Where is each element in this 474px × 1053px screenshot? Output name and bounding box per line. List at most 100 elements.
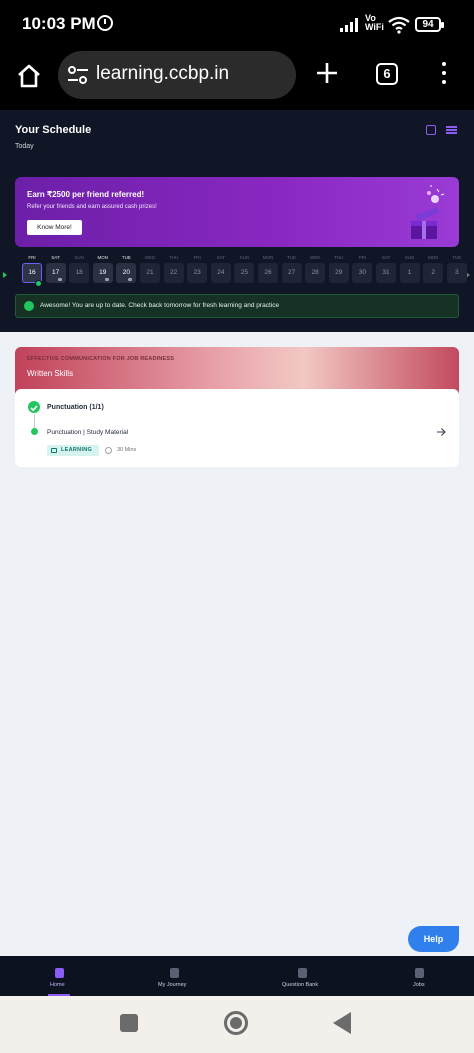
bottom-nav: Home My Journey Question Bank Jobs [0,956,474,996]
more-menu-icon[interactable] [440,62,448,84]
system-navigation [0,996,474,1053]
day-item[interactable]: MON 19 [92,255,113,285]
day-item[interactable]: SUN 25 [234,255,255,285]
home-icon [55,968,64,978]
nav-home[interactable]: Home [40,956,80,996]
day-name: MON [427,255,439,260]
help-button[interactable]: Help [408,926,459,952]
lock-icon [128,278,133,281]
gift-box-icon [411,185,445,239]
day-item[interactable]: SAT 17 [45,255,66,285]
day-number: 21 [140,263,160,283]
day-item[interactable]: SUN 1 [399,255,420,285]
nav-jobs-label: Jobs [413,982,425,988]
day-number: 3 [446,263,467,283]
address-bar[interactable]: learning.ccbp.in [58,51,296,99]
referral-banner: Earn ₹2500 per friend referred! Refer yo… [15,177,459,247]
briefcase-icon [415,968,424,978]
nav-jobs[interactable]: Jobs [405,956,435,996]
day-item[interactable]: FRI 23 [187,255,208,285]
day-name: FRI [193,255,201,260]
day-item[interactable]: MON 26 [258,255,278,285]
day-item[interactable]: SAT 31 [376,255,396,285]
day-item[interactable]: TUE 20 [116,255,137,285]
status-time: 10:03 PM [22,14,96,33]
day-item[interactable]: FRI 16 [22,255,42,287]
nav-question-bank[interactable]: Question Bank [278,956,328,996]
day-item[interactable]: TUE 27 [281,255,302,285]
item-complete-icon [31,428,38,435]
day-name: TUE [121,255,131,260]
nav-my-journey-label: My Journey [158,982,187,988]
day-name: SAT [216,255,225,260]
new-tab-icon[interactable] [316,62,338,84]
day-item[interactable]: MON 2 [423,255,444,285]
know-more-button[interactable]: Know More! [27,220,82,235]
day-number: 23 [187,263,208,283]
clock-icon [105,447,112,454]
day-name: SAT [51,255,60,260]
battery-indicator: 94 [415,17,444,32]
day-name: FRI [358,255,367,260]
day-name: FRI [28,255,36,260]
day-number: 2 [423,263,444,283]
day-number: 29 [328,263,349,283]
day-item[interactable]: WED 28 [305,255,326,285]
calendar-icon[interactable] [426,125,436,135]
nav-question-bank-label: Question Bank [282,982,319,988]
wifi-icon [388,16,410,34]
day-item[interactable]: THU 22 [163,255,184,285]
timeline-connector [34,414,35,428]
tab-switcher-button[interactable]: 6 [376,63,398,85]
day-name: WED [309,255,321,260]
course-tag: EFFECTIVE COMMUNICATION FOR JOB READINES… [27,356,175,362]
day-number: 28 [305,263,326,283]
list-view-icon[interactable] [446,126,457,134]
day-name: TUE [287,255,297,260]
url-text: learning.ccbp.in [96,63,230,84]
unit-complete-icon [28,401,40,413]
unit-title: Punctuation (1/1) [47,404,104,411]
nav-home-label: Home [50,982,65,988]
recents-button[interactable] [120,1014,138,1032]
day-item[interactable]: WED 21 [140,255,160,285]
home-icon[interactable] [16,63,42,89]
course-name: Written Skills [27,369,74,378]
day-name: THU [334,255,344,260]
banner-title: Earn ₹2500 per friend referred! [27,190,145,199]
day-number: 22 [163,263,184,283]
site-settings-icon[interactable] [67,65,89,85]
day-name: THU [168,255,179,260]
day-name: MON [97,255,109,260]
day-name: WED [144,255,156,260]
day-number: 24 [210,263,231,283]
day-item[interactable]: THU 29 [328,255,349,285]
network-label: Vo WiFi [365,13,384,32]
day-item[interactable]: FRI 30 [352,255,373,285]
back-button[interactable] [333,1012,351,1034]
day-number: 25 [234,263,255,283]
day-number: 30 [352,263,373,283]
day-number: 26 [258,263,278,283]
status-bar: 10:03 PM Vo WiFi 94 [0,0,474,50]
home-button[interactable] [224,1011,248,1035]
day-strip: FRI 16 SAT 17 SUN 18 MON 19 TUE 20 WED 21 THU 22 FRI 23… [0,255,474,287]
day-item[interactable]: SUN 18 [69,255,90,285]
day-name: SAT [381,255,391,260]
day-name: SUN [404,255,415,260]
schedule-title: Your Schedule [15,124,92,136]
day-number: 18 [69,263,90,283]
nav-my-journey[interactable]: My Journey [150,956,200,996]
day-item[interactable]: TUE 3 [446,255,467,285]
course-card: EFFECTIVE COMMUNICATION FOR JOB READINES… [15,347,459,467]
arrow-right-icon[interactable] [436,427,446,437]
schedule-section: Your Schedule Today Earn ₹2500 per frien… [0,110,474,332]
day-name: TUE [452,255,462,260]
code-icon [298,968,307,978]
study-material-link[interactable]: Punctuation | Study Material [47,429,128,436]
learning-badge-label: LEARNING [61,447,93,453]
day-item[interactable]: SAT 24 [210,255,231,285]
signal-icon [340,18,362,32]
course-body: Punctuation (1/1) Punctuation | Study Ma… [15,389,459,467]
learning-badge: LEARNING [47,445,99,456]
